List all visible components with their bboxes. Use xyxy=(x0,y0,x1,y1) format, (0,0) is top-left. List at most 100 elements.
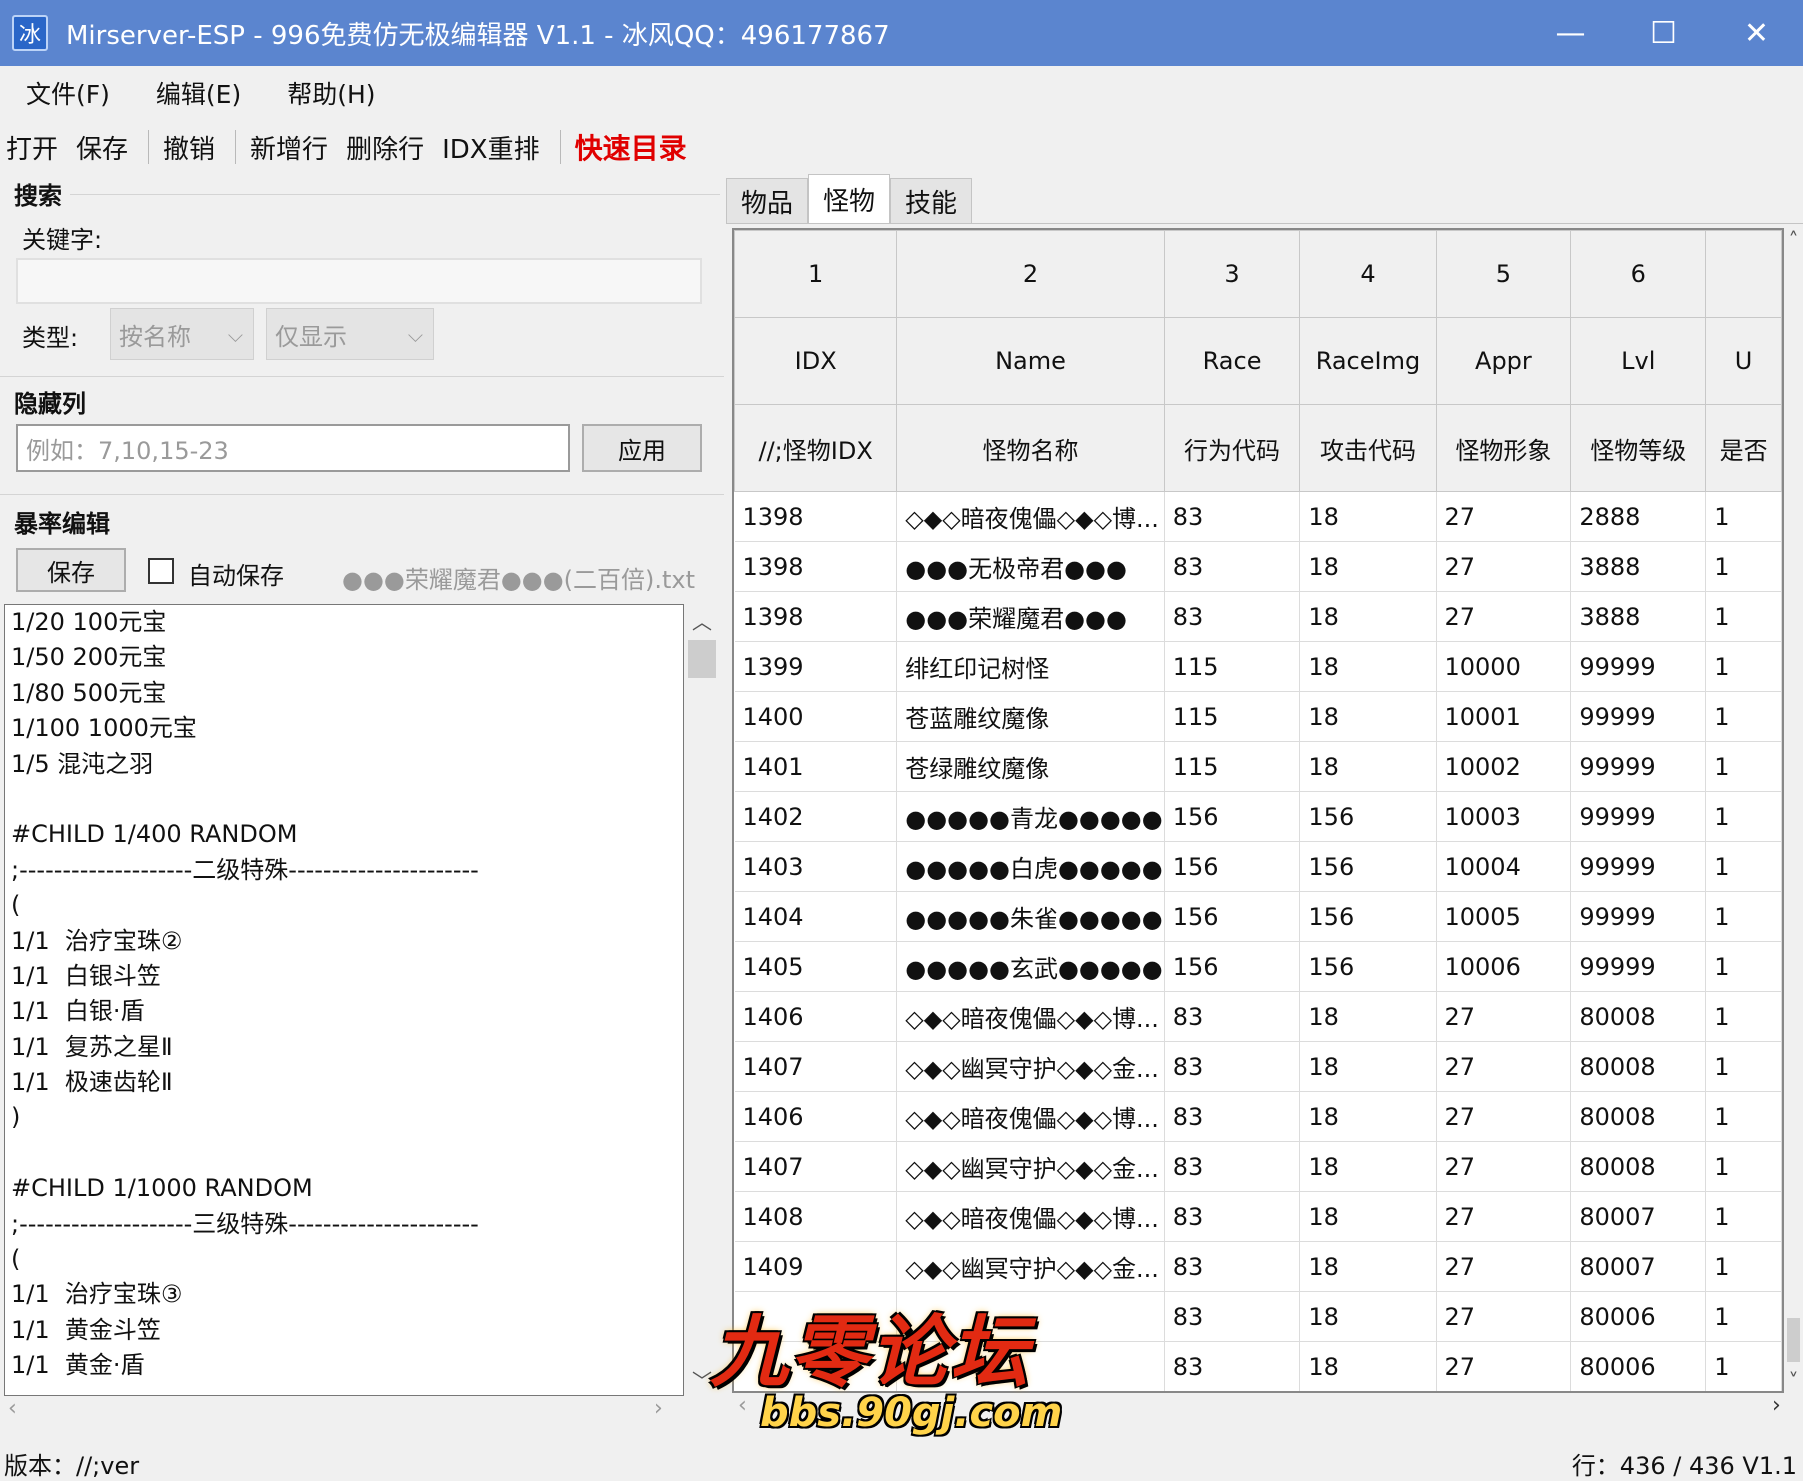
column-field-header[interactable]: RaceImg xyxy=(1299,317,1437,405)
save-button[interactable]: 保存 xyxy=(70,129,140,166)
drop-edit-vscrollbar[interactable]: ︿ ﹀ xyxy=(684,604,720,1396)
table-cell[interactable]: 苍绿雕纹魔像 xyxy=(896,741,1165,792)
table-cell[interactable]: 27 xyxy=(1436,1191,1572,1242)
table-row[interactable]: 1399 绯红印记树怪 115 18 10000 99999 1 xyxy=(734,641,1782,692)
column-description-header[interactable]: //;怪物IDX xyxy=(734,404,898,492)
table-cell[interactable]: ◇◆◇暗夜傀儡◇◆◇博... xyxy=(896,991,1165,1042)
apply-button[interactable]: 应用 xyxy=(582,424,702,472)
table-cell[interactable]: 115 xyxy=(1164,691,1301,742)
table-cell[interactable]: 1 xyxy=(1705,991,1782,1042)
column-number-header[interactable]: 3 xyxy=(1163,230,1301,318)
maximize-button[interactable]: ☐ xyxy=(1617,0,1710,66)
menu-file[interactable]: 文件(F) xyxy=(0,75,130,111)
scroll-up-icon[interactable]: ˄ xyxy=(1784,228,1803,252)
menu-edit[interactable]: 编辑(E) xyxy=(130,75,261,111)
table-cell[interactable]: ●●●●●白虎●●●●● xyxy=(896,841,1165,892)
table-cell[interactable]: 80008 xyxy=(1570,991,1707,1042)
quick-directory-button[interactable]: 快速目录 xyxy=(569,127,699,167)
table-cell[interactable]: 绯红印记树怪 xyxy=(896,641,1165,692)
table-cell[interactable]: 10005 xyxy=(1436,891,1572,942)
table-cell[interactable]: 83 xyxy=(1164,1141,1301,1192)
table-cell[interactable]: 27 xyxy=(1436,1241,1572,1292)
table-cell[interactable]: 10003 xyxy=(1436,791,1572,842)
table-row[interactable]: 1398 ●●●荣耀魔君●●● 83 18 27 3888 1 xyxy=(734,591,1782,642)
table-cell[interactable]: 1 xyxy=(1705,691,1782,742)
table-cell[interactable]: 27 xyxy=(1436,1141,1572,1192)
hidden-columns-input[interactable]: 例如：7,10,15-23 xyxy=(16,424,570,472)
table-cell[interactable]: 1398 xyxy=(734,491,898,542)
table-row[interactable]: 1403 ●●●●●白虎●●●●● 156 156 10004 99999 1 xyxy=(734,841,1782,892)
table-cell[interactable]: 18 xyxy=(1299,541,1437,592)
table-cell[interactable]: 27 xyxy=(1436,541,1572,592)
table-cell[interactable]: 27 xyxy=(1436,1041,1572,1092)
table-cell[interactable]: 83 xyxy=(1164,491,1301,542)
table-cell[interactable]: 1 xyxy=(1705,1091,1782,1142)
table-cell[interactable]: 18 xyxy=(1299,591,1437,642)
menu-help[interactable]: 帮助(H) xyxy=(261,75,395,111)
table-cell[interactable]: 1 xyxy=(1705,1041,1782,1092)
table-cell[interactable]: 1 xyxy=(1705,791,1782,842)
table-cell[interactable]: 83 xyxy=(1164,1241,1301,1292)
table-cell[interactable]: 156 xyxy=(1164,791,1301,842)
table-cell[interactable]: 1407 xyxy=(734,1141,898,1192)
table-cell[interactable]: 10001 xyxy=(1436,691,1572,742)
table-cell[interactable]: 99999 xyxy=(1570,791,1707,842)
table-cell[interactable]: 80006 xyxy=(1570,1341,1707,1391)
table-cell[interactable]: 3888 xyxy=(1570,541,1707,592)
column-field-header[interactable]: Name xyxy=(896,317,1165,405)
table-cell[interactable]: ◇◆◇暗夜傀儡◇◆◇博... xyxy=(896,1091,1165,1142)
table-cell[interactable]: 156 xyxy=(1299,891,1437,942)
table-cell[interactable]: ◇◆◇暗夜傀儡◇◆◇博... xyxy=(896,491,1165,542)
table-cell[interactable]: 99999 xyxy=(1570,941,1707,992)
column-number-header[interactable]: 5 xyxy=(1435,230,1572,318)
table-cell[interactable]: 80008 xyxy=(1570,1091,1707,1142)
table-cell[interactable]: 99999 xyxy=(1570,641,1707,692)
table-cell[interactable]: ●●●荣耀魔君●●● xyxy=(896,591,1165,642)
table-cell[interactable]: 18 xyxy=(1299,991,1437,1042)
add-row-button[interactable]: 新增行 xyxy=(244,129,340,166)
table-cell[interactable]: 3888 xyxy=(1570,591,1707,642)
table-cell[interactable]: 18 xyxy=(1299,741,1437,792)
table-cell[interactable]: 83 xyxy=(1164,991,1301,1042)
table-cell[interactable]: ◇◆◇幽冥守护◇◆◇金... xyxy=(896,1241,1165,1292)
table-cell[interactable]: 18 xyxy=(1299,641,1437,692)
table-cell[interactable]: 156 xyxy=(1164,841,1301,892)
column-field-header[interactable]: U xyxy=(1705,317,1782,405)
table-cell[interactable]: 10004 xyxy=(1436,841,1572,892)
scroll-thumb[interactable] xyxy=(688,640,716,678)
table-cell[interactable]: 1406 xyxy=(734,991,898,1042)
type-select[interactable]: 按名称 ⌵ xyxy=(110,308,254,360)
table-cell[interactable]: 10006 xyxy=(1436,941,1572,992)
auto-save-checkbox[interactable] xyxy=(148,558,174,584)
table-row[interactable]: 1407 ◇◆◇幽冥守护◇◆◇金... 83 18 27 80008 1 xyxy=(734,1141,1782,1192)
scroll-right-icon[interactable]: › xyxy=(654,1396,663,1421)
column-field-header[interactable]: Appr xyxy=(1435,317,1572,405)
table-cell[interactable]: 83 xyxy=(1164,591,1301,642)
column-description-header[interactable]: 怪物名称 xyxy=(896,404,1165,492)
table-cell[interactable]: 1 xyxy=(1705,1241,1782,1292)
table-cell[interactable]: 18 xyxy=(1299,491,1437,542)
keyword-input[interactable] xyxy=(16,258,702,304)
monster-grid[interactable]: 123456 IDX Name Race RaceImg Appr Lvl U //;怪物I… xyxy=(732,228,1784,1393)
table-cell[interactable]: 1 xyxy=(1705,941,1782,992)
column-description-header[interactable]: 怪物等级 xyxy=(1570,404,1707,492)
table-cell[interactable]: 156 xyxy=(1299,791,1437,842)
tab-skills[interactable]: 技能 xyxy=(890,178,973,224)
table-cell[interactable]: 80006 xyxy=(1570,1291,1707,1342)
tab-monsters[interactable]: 怪物 xyxy=(808,174,891,224)
table-cell[interactable]: 1398 xyxy=(734,541,898,592)
table-cell[interactable]: 1408 xyxy=(734,1191,898,1242)
table-cell[interactable]: 80007 xyxy=(1570,1241,1707,1292)
table-cell[interactable]: 1409 xyxy=(734,1241,898,1292)
table-cell[interactable]: 18 xyxy=(1299,1191,1437,1242)
column-number-header[interactable]: 6 xyxy=(1570,230,1707,318)
table-cell[interactable]: 18 xyxy=(1299,1291,1437,1342)
table-cell[interactable]: 83 xyxy=(1164,541,1301,592)
table-cell[interactable]: 1403 xyxy=(734,841,898,892)
column-number-header[interactable]: 2 xyxy=(896,230,1165,318)
table-cell[interactable]: 80007 xyxy=(1570,1191,1707,1242)
table-cell[interactable]: 156 xyxy=(1164,941,1301,992)
table-cell[interactable]: 1405 xyxy=(734,941,898,992)
column-field-header[interactable]: Race xyxy=(1163,317,1301,405)
table-cell[interactable]: 1 xyxy=(1705,841,1782,892)
